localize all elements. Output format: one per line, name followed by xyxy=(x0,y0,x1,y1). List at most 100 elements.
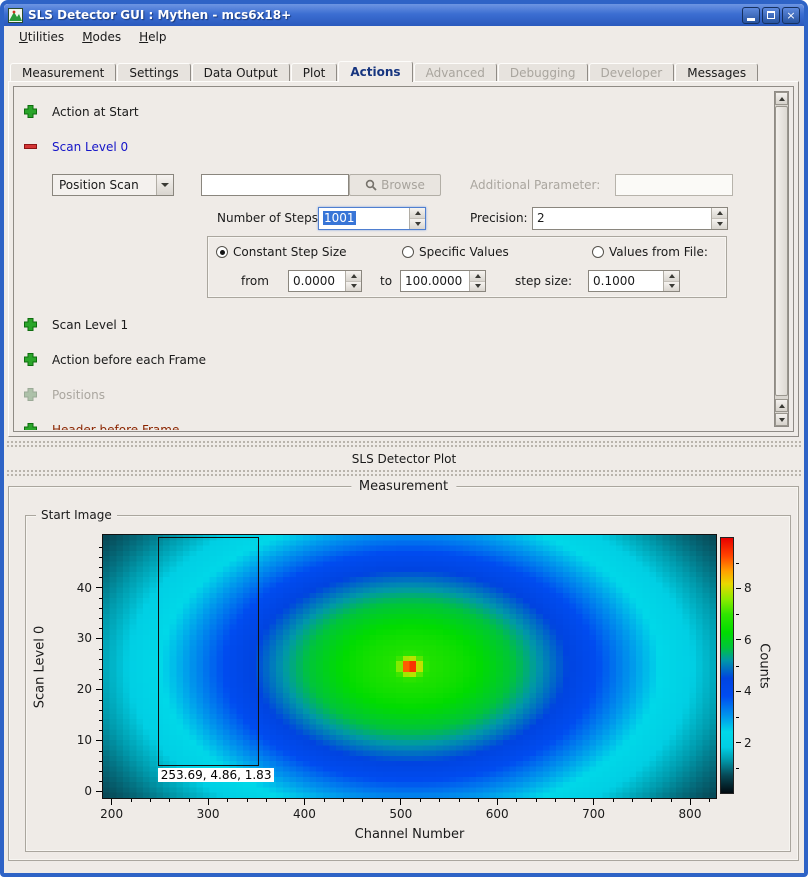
number-of-steps-spinbox[interactable]: 1001 xyxy=(318,207,426,230)
browse-icon xyxy=(365,179,377,191)
x-minor-tick xyxy=(362,799,363,802)
x-minor-tick xyxy=(671,799,672,802)
scrollbar-thumb[interactable] xyxy=(775,106,788,396)
tab-measurement[interactable]: Measurement xyxy=(10,63,116,82)
tab-plot[interactable]: Plot xyxy=(291,63,338,82)
menu-utilities[interactable]: Utilities xyxy=(10,27,73,47)
spin-up-icon[interactable] xyxy=(470,271,485,282)
spin-up-icon[interactable] xyxy=(410,208,425,219)
titlebar[interactable]: SLS Detector GUI : Mythen - mcs6x18+ × xyxy=(4,4,804,26)
tab-debugging: Debugging xyxy=(498,63,588,82)
expand-icon[interactable] xyxy=(24,423,37,430)
spin-down-icon[interactable] xyxy=(664,282,679,292)
action-at-start-label: Action at Start xyxy=(52,105,139,119)
positions-label: Positions xyxy=(52,388,105,402)
spin-up-icon[interactable] xyxy=(664,271,679,282)
colorbar-minor-tick xyxy=(736,563,739,564)
tab-actions[interactable]: Actions xyxy=(338,61,412,82)
radio-constant-step-size[interactable]: Constant Step Size xyxy=(216,244,347,260)
spin-down-icon[interactable] xyxy=(712,219,727,229)
tab-settings[interactable]: Settings xyxy=(117,63,190,82)
tab-advanced: Advanced xyxy=(414,63,497,82)
scrollbar-up-icon[interactable] xyxy=(775,92,788,105)
to-spinbox[interactable]: 100.0000 xyxy=(400,270,486,292)
x-minor-tick xyxy=(459,799,460,802)
precision-spinbox[interactable]: 2 xyxy=(532,207,728,230)
radio-constant-step-size-label: Constant Step Size xyxy=(233,245,347,259)
colorbar xyxy=(720,537,734,794)
scan-level-1-label: Scan Level 1 xyxy=(52,318,128,332)
minimize-button[interactable] xyxy=(742,7,760,24)
radio-values-from-file-label: Values from File: xyxy=(609,245,708,259)
radio-icon xyxy=(216,246,228,258)
actions-tab-pane: Action at Start Scan Level 0 Position Sc… xyxy=(8,81,799,437)
additional-parameter-input xyxy=(615,174,733,196)
collapse-icon[interactable] xyxy=(24,140,37,153)
from-value: 0.0000 xyxy=(289,271,345,291)
action-before-each-frame-label: Action before each Frame xyxy=(52,353,206,367)
expand-icon[interactable] xyxy=(24,353,37,366)
scrollbar-up-icon[interactable] xyxy=(775,399,788,412)
radio-specific-values-label: Specific Values xyxy=(419,245,509,259)
scan-variable-input[interactable] xyxy=(201,174,349,196)
from-spinbox[interactable]: 0.0000 xyxy=(288,270,362,292)
measurement-group: Measurement Start Image Scan Level 0 010… xyxy=(8,486,799,861)
spin-down-icon[interactable] xyxy=(410,219,425,229)
precision-label: Precision: xyxy=(470,211,528,225)
app-icon xyxy=(8,8,23,23)
tab-developer: Developer xyxy=(589,63,675,82)
radio-icon xyxy=(592,246,604,258)
radio-specific-values[interactable]: Specific Values xyxy=(402,244,509,260)
maximize-button[interactable] xyxy=(762,7,780,24)
number-of-steps-label: Number of Steps: xyxy=(217,211,322,225)
precision-value: 2 xyxy=(533,208,711,229)
step-size-spinbox[interactable]: 0.1000 xyxy=(588,270,680,292)
menu-help[interactable]: Help xyxy=(130,27,175,47)
x-minor-tick xyxy=(150,799,151,802)
x-minor-tick xyxy=(131,799,132,802)
plot-canvas-area[interactable]: 253.69, 4.86, 1.83 xyxy=(102,534,717,799)
splitter-handle[interactable] xyxy=(6,440,802,448)
from-label: from xyxy=(241,274,269,288)
x-minor-tick xyxy=(247,799,248,802)
x-minor-tick xyxy=(266,799,267,802)
tab-data-output[interactable]: Data Output xyxy=(192,63,290,82)
plot-cursor-readout: 253.69, 4.86, 1.83 xyxy=(158,768,275,782)
x-minor-tick xyxy=(709,799,710,802)
expand-icon[interactable] xyxy=(24,318,37,331)
actions-scroll-area: Action at Start Scan Level 0 Position Sc… xyxy=(13,86,794,432)
colorbar-minor-tick xyxy=(736,768,739,769)
scrollbar-down-icon[interactable] xyxy=(775,413,788,426)
additional-parameter-label: Additional Parameter: xyxy=(470,178,600,192)
colorbar-label: Counts xyxy=(754,537,774,794)
close-button[interactable]: × xyxy=(782,7,800,24)
zoom-selection-rect[interactable] xyxy=(158,537,259,766)
scan-mode-combo[interactable]: Position Scan xyxy=(52,174,174,196)
step-size-value: 0.1000 xyxy=(589,271,663,291)
number-of-steps-value: 1001 xyxy=(319,208,409,229)
colorbar-minor-tick xyxy=(736,666,739,667)
radio-values-from-file[interactable]: Values from File: xyxy=(592,244,708,260)
splitter-handle[interactable] xyxy=(6,469,802,477)
vertical-scrollbar[interactable] xyxy=(774,91,789,427)
spin-up-icon[interactable] xyxy=(712,208,727,219)
step-size-label: step size: xyxy=(515,274,572,288)
scan-mode-value: Position Scan xyxy=(53,178,156,192)
spin-up-icon[interactable] xyxy=(346,271,361,282)
spin-down-icon[interactable] xyxy=(346,282,361,292)
tab-messages[interactable]: Messages xyxy=(675,63,758,82)
to-label: to xyxy=(380,274,392,288)
plot-dock-title: SLS Detector Plot xyxy=(4,452,804,466)
x-minor-tick xyxy=(189,799,190,802)
window-minimize-icon xyxy=(747,18,755,21)
window-content: SLS Detector GUI : Mythen - mcs6x18+ × U… xyxy=(4,4,804,873)
radio-icon xyxy=(402,246,414,258)
menu-modes[interactable]: Modes xyxy=(73,27,130,47)
step-mode-groupbox: Constant Step Size Specific Values Value… xyxy=(207,236,727,298)
spin-down-icon[interactable] xyxy=(470,282,485,292)
expand-icon[interactable] xyxy=(24,105,37,118)
tabbar: Measurement Settings Data Output Plot Ac… xyxy=(10,61,759,82)
window-title: SLS Detector GUI : Mythen - mcs6x18+ xyxy=(28,8,742,22)
x-minor-tick xyxy=(651,799,652,802)
x-minor-tick xyxy=(516,799,517,802)
